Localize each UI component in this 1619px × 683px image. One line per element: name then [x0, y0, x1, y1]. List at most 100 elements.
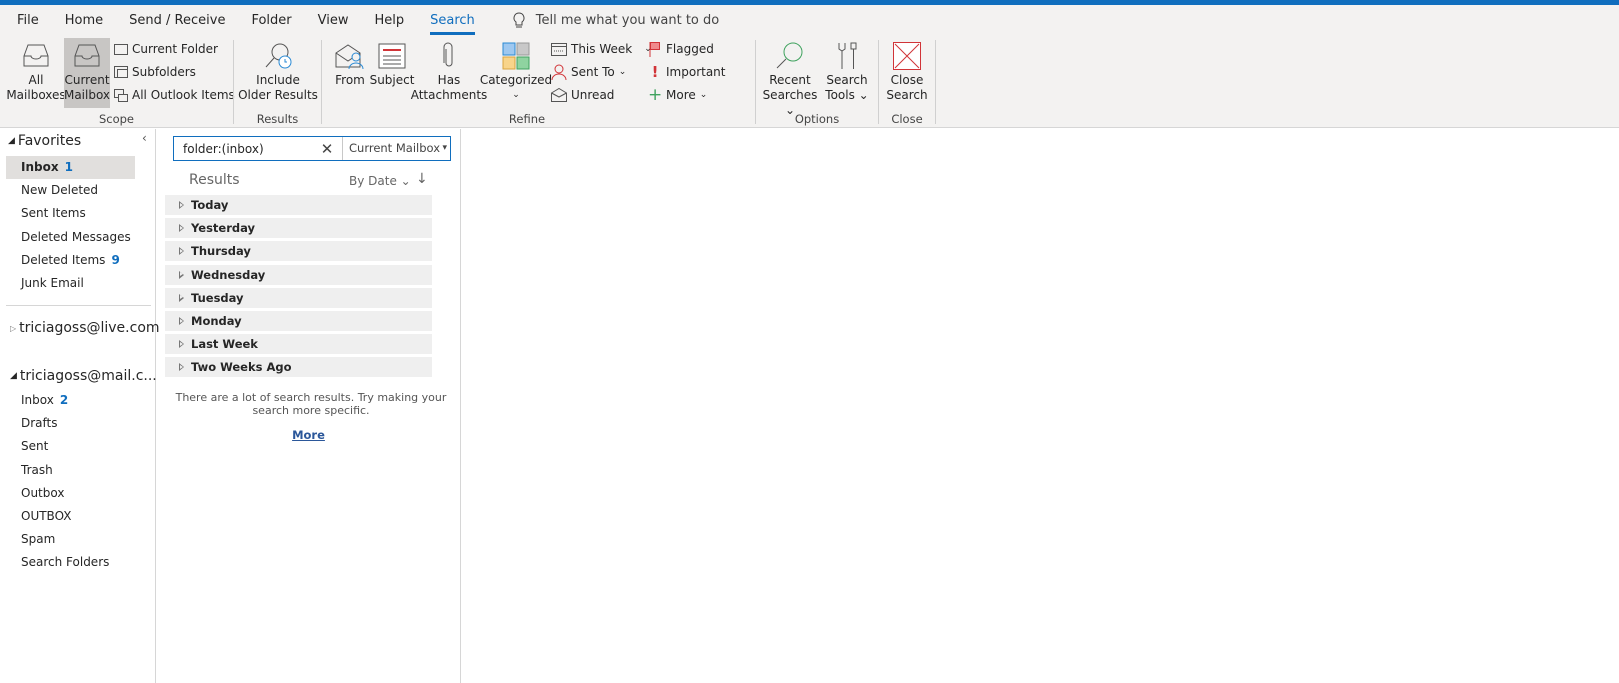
calendar-mail-icon: [114, 89, 128, 102]
more-link[interactable]: More: [156, 428, 461, 442]
include-older-results-button[interactable]: Include Older Results: [238, 38, 318, 103]
folder-label: Deleted Messages: [21, 229, 131, 244]
tab-file[interactable]: File: [4, 7, 52, 35]
exclamation-icon: !: [651, 63, 659, 81]
tab-home[interactable]: Home: [52, 7, 116, 35]
folder-trash[interactable]: Trash: [6, 459, 135, 482]
folder-sent[interactable]: Sent: [6, 435, 135, 458]
unread-count: 2: [59, 393, 69, 407]
plus-icon: +: [648, 85, 663, 105]
group-label-close: Close: [891, 112, 923, 126]
more-button[interactable]: + More ⌄: [648, 85, 707, 105]
tab-view[interactable]: View: [305, 7, 362, 35]
result-group-header[interactable]: Last Week: [165, 334, 432, 355]
folder-junk-email[interactable]: Junk Email: [6, 272, 135, 295]
account-live[interactable]: ▷ triciagoss@live.com: [10, 320, 160, 336]
important-button[interactable]: ! Important: [648, 62, 726, 82]
result-group-header[interactable]: Monday: [165, 311, 432, 331]
has-attachments-button[interactable]: Has Attachments: [411, 38, 487, 103]
flagged-button[interactable]: Flagged: [648, 39, 714, 59]
search-scope-dropdown[interactable]: Current Mailbox: [342, 137, 450, 160]
chevron-down-icon: ⌄: [512, 90, 520, 100]
calendar-icon: [551, 43, 567, 56]
tab-folder[interactable]: Folder: [238, 7, 304, 35]
clear-search-icon[interactable]: ✕: [312, 140, 342, 158]
result-group-header[interactable]: Tuesday: [165, 287, 432, 308]
close-search-button[interactable]: Close Search: [883, 38, 931, 103]
lightbulb-icon: [513, 11, 525, 27]
folder-drafts[interactable]: Drafts: [6, 412, 135, 435]
folder-inbox[interactable]: Inbox 2: [6, 389, 135, 412]
tell-me-text: Tell me what you want to do: [535, 13, 720, 28]
folder-label: Inbox: [21, 160, 59, 174]
folder-label: Inbox: [21, 393, 54, 407]
folder-label: Drafts: [21, 416, 58, 431]
folder-label: Junk Email: [21, 276, 84, 290]
unread-count: 9: [111, 252, 120, 267]
folder-label: Deleted Items: [21, 252, 106, 267]
too-many-results-note: There are a lot of search results. Try m…: [175, 391, 447, 417]
result-group-header[interactable]: Thursday: [165, 241, 432, 262]
folder-label: OUTBOX: [21, 509, 72, 523]
ribbon-tabs: File Home Send / Receive Folder View Hel…: [0, 5, 1619, 36]
result-group-header[interactable]: Wednesday: [165, 264, 432, 285]
search-clock-icon: [265, 43, 292, 69]
recent-searches-button[interactable]: Recent Searches ⌄: [760, 38, 820, 118]
all-outlook-items-button[interactable]: All Outlook Items: [114, 85, 235, 105]
flag-icon: [649, 42, 660, 57]
subject-icon: [378, 43, 406, 69]
search-input[interactable]: folder:(inbox): [174, 142, 312, 156]
results-header: Results: [189, 172, 240, 188]
collapsed-triangle-icon: ▷: [10, 323, 17, 333]
account-mail[interactable]: ◢ triciagoss@mail.c...: [10, 368, 157, 384]
current-folder-button[interactable]: Current Folder: [114, 39, 218, 59]
folder-search-folders[interactable]: Search Folders: [6, 551, 135, 574]
categorized-button[interactable]: Categorized ⌄: [480, 38, 552, 103]
group-label-results: Results: [256, 112, 299, 126]
search-box: folder:(inbox) ✕ Current Mailbox: [173, 136, 451, 161]
folder-new-deleted[interactable]: New Deleted: [6, 179, 135, 202]
folder-label: Spam: [21, 532, 56, 547]
group-label-refine: Refine: [508, 112, 546, 126]
result-group-header[interactable]: Yesterday: [165, 218, 432, 239]
folder-spam[interactable]: Spam: [6, 528, 135, 551]
tab-search[interactable]: Search: [417, 7, 488, 35]
from-button[interactable]: From: [332, 38, 368, 88]
collapse-pane-button[interactable]: ‹: [142, 131, 147, 145]
result-group-header[interactable]: Today: [165, 195, 432, 215]
folder-outbox[interactable]: Outbox: [6, 482, 135, 505]
sort-direction-arrow-icon[interactable]: ↓: [416, 171, 428, 187]
sort-by-date-dropdown[interactable]: By Date ⌄: [349, 174, 411, 188]
current-mailbox-button[interactable]: Current Mailbox: [64, 38, 110, 108]
sent-to-button[interactable]: Sent To ⌄: [551, 62, 626, 82]
folder-inbox[interactable]: Inbox 1: [6, 156, 135, 179]
this-week-button[interactable]: This Week ⌄: [551, 39, 652, 59]
folder-deleted-items[interactable]: Deleted Items 9: [6, 249, 135, 272]
all-mailboxes-button[interactable]: All Mailboxes: [6, 38, 66, 106]
tab-send-receive[interactable]: Send / Receive: [116, 7, 238, 35]
recent-search-icon: [776, 42, 803, 69]
folder-label: New Deleted: [21, 183, 99, 198]
results-pane: folder:(inbox) ✕ Current Mailbox Results…: [156, 129, 461, 683]
favorites-header[interactable]: ◢ Favorites: [8, 133, 81, 149]
unread-button[interactable]: Unread: [551, 85, 614, 105]
folder-label: Sent: [21, 439, 49, 454]
folder-outbox[interactable]: OUTBOX: [6, 505, 135, 528]
ribbon: All Mailboxes Current Mailbox Current Fold…: [0, 36, 1619, 128]
tell-me-box[interactable]: Tell me what you want to do: [512, 11, 720, 30]
folder-deleted-messages[interactable]: Deleted Messages: [6, 226, 135, 249]
group-options: Recent Searches ⌄ Search Tools ⌄ Options: [756, 36, 878, 128]
group-label-scope: Scope: [98, 112, 135, 126]
person-icon: [551, 64, 567, 80]
folder-label: Outbox: [21, 485, 65, 500]
tab-help[interactable]: Help: [361, 7, 417, 35]
subfolders-icon: [114, 66, 128, 78]
open-envelope-icon: [551, 88, 567, 102]
result-group-header[interactable]: Two Weeks Ago: [165, 357, 432, 378]
subject-button[interactable]: Subject: [370, 38, 414, 88]
subfolders-button[interactable]: Subfolders: [114, 62, 196, 82]
group-results: Include Older Results Results: [234, 36, 321, 128]
chevron-down-icon: ⌄: [618, 67, 627, 77]
folder-sent-items[interactable]: Sent Items: [6, 202, 135, 225]
search-tools-button[interactable]: Search Tools ⌄: [822, 38, 872, 103]
